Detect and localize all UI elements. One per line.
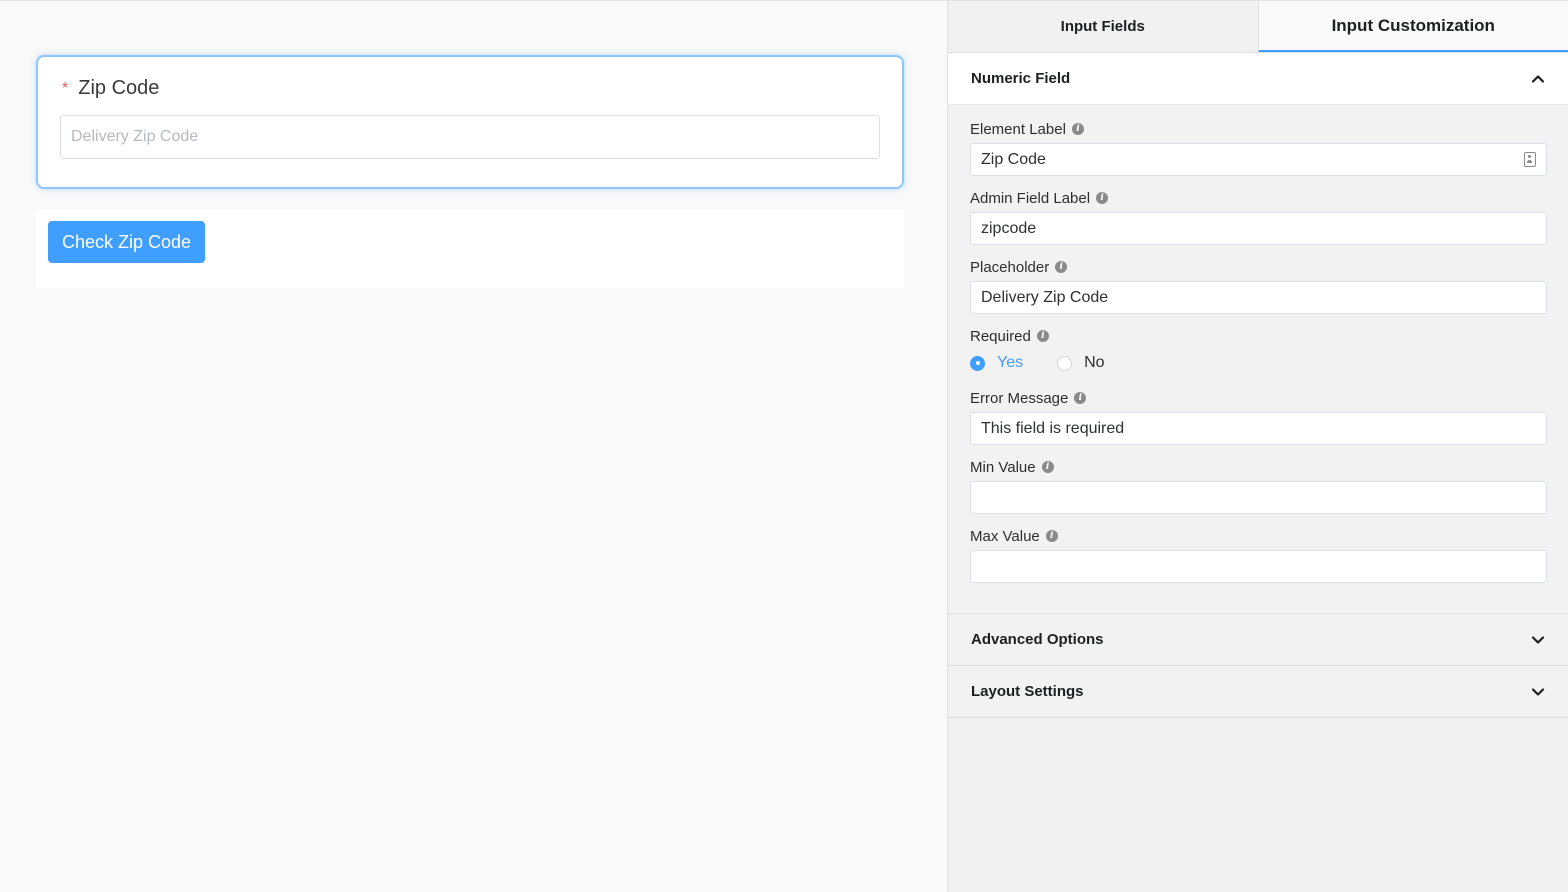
layout-settings-section-header[interactable]: Layout Settings xyxy=(948,666,1568,718)
layout-settings-title: Layout Settings xyxy=(971,683,1084,700)
chevron-down-icon xyxy=(1531,687,1545,696)
form-canvas: * Zip Code Check Zip Code xyxy=(0,1,947,892)
admin-label-value: zipcode xyxy=(981,219,1037,237)
info-icon[interactable]: i xyxy=(1071,123,1084,135)
min-value-label-text: Min Value xyxy=(970,458,1036,476)
tab-input-fields[interactable]: Input Fields xyxy=(948,1,1258,52)
required-radio-group: Yes No xyxy=(970,350,1547,376)
max-value-item: Max Value i xyxy=(970,526,1547,583)
element-label-input[interactable]: Zip Code xyxy=(970,143,1547,176)
info-icon[interactable]: i xyxy=(1036,330,1049,342)
max-value-label-text: Max Value xyxy=(970,527,1040,545)
chevron-down-icon xyxy=(1531,635,1545,644)
element-label-caption: Element Label i xyxy=(970,119,1547,139)
chevron-up-icon xyxy=(1531,74,1545,83)
max-value-input[interactable] xyxy=(970,550,1547,583)
error-message-caption: Error Message i xyxy=(970,388,1547,408)
placeholder-label-text: Placeholder xyxy=(970,258,1050,276)
required-asterisk: * xyxy=(62,79,69,97)
required-no-label: No xyxy=(1084,354,1105,371)
zip-code-label-text: Zip Code xyxy=(78,77,160,99)
contact-card-icon[interactable] xyxy=(1524,152,1536,167)
numeric-field-section-body: Element Label i Zip Code Admin Field Lab… xyxy=(948,105,1568,614)
required-item: Required i Yes No xyxy=(970,326,1547,376)
required-caption: Required i xyxy=(970,326,1547,346)
error-message-label-text: Error Message xyxy=(970,389,1069,407)
admin-label-input[interactable]: zipcode xyxy=(970,212,1547,245)
info-icon[interactable]: i xyxy=(1074,392,1087,404)
numeric-field-section-header[interactable]: Numeric Field xyxy=(948,53,1568,105)
required-no-radio[interactable]: No xyxy=(1057,354,1105,372)
check-zip-code-button[interactable]: Check Zip Code xyxy=(48,221,205,263)
error-message-value: This field is required xyxy=(981,419,1125,437)
submit-row: Check Zip Code xyxy=(36,210,904,288)
placeholder-item: Placeholder i Delivery Zip Code xyxy=(970,257,1547,314)
min-value-caption: Min Value i xyxy=(970,457,1547,477)
info-icon[interactable]: i xyxy=(1096,192,1109,204)
info-icon[interactable]: i xyxy=(1055,261,1068,273)
max-value-caption: Max Value i xyxy=(970,526,1547,546)
error-message-input[interactable]: This field is required xyxy=(970,412,1547,445)
zip-code-label: * Zip Code xyxy=(62,77,159,100)
required-yes-label: Yes xyxy=(997,354,1024,371)
panel-tabs: Input Fields Input Customization xyxy=(948,1,1568,53)
placeholder-input[interactable]: Delivery Zip Code xyxy=(970,281,1547,314)
element-label-value: Zip Code xyxy=(981,150,1046,168)
required-yes-radio[interactable]: Yes xyxy=(970,354,1023,372)
element-label-item: Element Label i Zip Code xyxy=(970,119,1547,176)
admin-label-text: Admin Field Label xyxy=(970,189,1091,207)
info-icon[interactable]: i xyxy=(1045,530,1058,542)
radio-unchecked-icon xyxy=(1057,355,1073,371)
placeholder-caption: Placeholder i xyxy=(970,257,1547,277)
advanced-options-title: Advanced Options xyxy=(971,631,1104,648)
info-icon[interactable]: i xyxy=(1041,461,1054,473)
advanced-options-section-header[interactable]: Advanced Options xyxy=(948,614,1568,666)
radio-checked-icon xyxy=(970,355,985,371)
admin-label-caption: Admin Field Label i xyxy=(970,188,1547,208)
error-message-item: Error Message i This field is required xyxy=(970,388,1547,445)
numeric-field-title: Numeric Field xyxy=(971,70,1071,87)
zip-code-field-card[interactable]: * Zip Code xyxy=(36,55,904,189)
zip-code-input[interactable] xyxy=(60,115,880,159)
min-value-item: Min Value i xyxy=(970,457,1547,514)
placeholder-value: Delivery Zip Code xyxy=(981,288,1109,306)
required-label-text: Required xyxy=(970,327,1031,345)
settings-panel: Input Fields Input Customization Numeric… xyxy=(947,1,1568,892)
min-value-input[interactable] xyxy=(970,481,1547,514)
element-label-text: Element Label xyxy=(970,120,1066,138)
tab-input-customization[interactable]: Input Customization xyxy=(1257,1,1568,52)
admin-label-item: Admin Field Label i zipcode xyxy=(970,188,1547,245)
